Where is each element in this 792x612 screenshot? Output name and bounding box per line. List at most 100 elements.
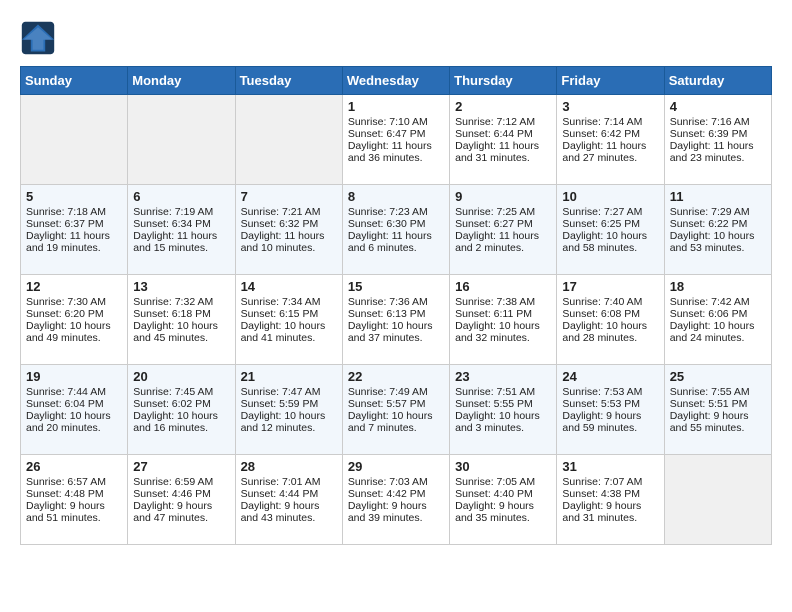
calendar-cell: 19Sunrise: 7:44 AMSunset: 6:04 PMDayligh… [21,365,128,455]
calendar-cell: 3Sunrise: 7:14 AMSunset: 6:42 PMDaylight… [557,95,664,185]
daylight-text: Daylight: 10 hours and 7 minutes. [348,410,444,434]
sunrise-text: Sunrise: 7:10 AM [348,116,444,128]
day-header-wednesday: Wednesday [342,67,449,95]
daylight-text: Daylight: 11 hours and 31 minutes. [455,140,551,164]
daylight-text: Daylight: 10 hours and 16 minutes. [133,410,229,434]
sunset-text: Sunset: 6:02 PM [133,398,229,410]
sunset-text: Sunset: 4:46 PM [133,488,229,500]
sunrise-text: Sunrise: 6:57 AM [26,476,122,488]
calendar-week-2: 5Sunrise: 7:18 AMSunset: 6:37 PMDaylight… [21,185,772,275]
calendar-cell [664,455,771,545]
daylight-text: Daylight: 10 hours and 12 minutes. [241,410,337,434]
daylight-text: Daylight: 10 hours and 45 minutes. [133,320,229,344]
sunset-text: Sunset: 4:48 PM [26,488,122,500]
daylight-text: Daylight: 9 hours and 39 minutes. [348,500,444,524]
sunrise-text: Sunrise: 7:36 AM [348,296,444,308]
sunrise-text: Sunrise: 7:05 AM [455,476,551,488]
sunrise-text: Sunrise: 7:25 AM [455,206,551,218]
sunrise-text: Sunrise: 6:59 AM [133,476,229,488]
sunrise-text: Sunrise: 7:27 AM [562,206,658,218]
day-number: 13 [133,279,229,294]
daylight-text: Daylight: 11 hours and 36 minutes. [348,140,444,164]
sunset-text: Sunset: 6:13 PM [348,308,444,320]
calendar-cell: 7Sunrise: 7:21 AMSunset: 6:32 PMDaylight… [235,185,342,275]
day-header-sunday: Sunday [21,67,128,95]
day-number: 7 [241,189,337,204]
page-header [20,20,772,56]
sunset-text: Sunset: 6:39 PM [670,128,766,140]
daylight-text: Daylight: 10 hours and 28 minutes. [562,320,658,344]
sunrise-text: Sunrise: 7:32 AM [133,296,229,308]
day-number: 23 [455,369,551,384]
sunrise-text: Sunrise: 7:44 AM [26,386,122,398]
day-header-row: SundayMondayTuesdayWednesdayThursdayFrid… [21,67,772,95]
calendar-week-4: 19Sunrise: 7:44 AMSunset: 6:04 PMDayligh… [21,365,772,455]
day-number: 1 [348,99,444,114]
daylight-text: Daylight: 9 hours and 55 minutes. [670,410,766,434]
calendar-cell: 18Sunrise: 7:42 AMSunset: 6:06 PMDayligh… [664,275,771,365]
calendar-cell: 30Sunrise: 7:05 AMSunset: 4:40 PMDayligh… [450,455,557,545]
sunset-text: Sunset: 4:44 PM [241,488,337,500]
sunset-text: Sunset: 6:15 PM [241,308,337,320]
sunset-text: Sunset: 6:25 PM [562,218,658,230]
day-number: 30 [455,459,551,474]
sunrise-text: Sunrise: 7:19 AM [133,206,229,218]
calendar-cell: 8 Sunrise: 7:23 AMSunset: 6:30 PMDaylight… [342,185,449,275]
calendar-cell: 16Sunrise: 7:38 AMSunset: 6:11 PMDayligh… [450,275,557,365]
sunrise-text: Sunrise: 7:42 AM [670,296,766,308]
calendar-cell: 25Sunrise: 7:55 AMSunset: 5:51 PMDayligh… [664,365,771,455]
daylight-text: Daylight: 11 hours and 27 minutes. [562,140,658,164]
sunrise-text: Sunrise: 7:49 AM [348,386,444,398]
sunrise-text: Sunrise: 7:34 AM [241,296,337,308]
sunrise-text: Sunrise: 7:29 AM [670,206,766,218]
calendar-week-1: 1Sunrise: 7:10 AMSunset: 6:47 PMDaylight… [21,95,772,185]
sunset-text: Sunset: 6:06 PM [670,308,766,320]
calendar-cell: 1Sunrise: 7:10 AMSunset: 6:47 PMDaylight… [342,95,449,185]
daylight-text: Daylight: 11 hours and 15 minutes. [133,230,229,254]
day-header-thursday: Thursday [450,67,557,95]
sunrise-text: Sunrise: 7:14 AM [562,116,658,128]
day-number: 25 [670,369,766,384]
calendar-cell: 4Sunrise: 7:16 AMSunset: 6:39 PMDaylight… [664,95,771,185]
daylight-text: Daylight: 10 hours and 24 minutes. [670,320,766,344]
calendar-cell: 6 Sunrise: 7:19 AMSunset: 6:34 PMDaylight… [128,185,235,275]
day-header-saturday: Saturday [664,67,771,95]
day-number: 14 [241,279,337,294]
day-number: 31 [562,459,658,474]
calendar-cell: 28Sunrise: 7:01 AMSunset: 4:44 PMDayligh… [235,455,342,545]
daylight-text: Daylight: 10 hours and 37 minutes. [348,320,444,344]
sunrise-text: Sunrise: 7:45 AM [133,386,229,398]
daylight-text: Daylight: 10 hours and 3 minutes. [455,410,551,434]
sunset-text: Sunset: 6:37 PM [26,218,122,230]
day-number: 22 [348,369,444,384]
sunrise-text: Sunrise: 7:21 AM [241,206,337,218]
day-number: 6 [133,189,229,204]
sunrise-text: Sunrise: 7:01 AM [241,476,337,488]
calendar-cell: 10Sunrise: 7:27 AMSunset: 6:25 PMDayligh… [557,185,664,275]
day-number: 2 [455,99,551,114]
calendar-week-3: 12Sunrise: 7:30 AMSunset: 6:20 PMDayligh… [21,275,772,365]
day-header-monday: Monday [128,67,235,95]
sunset-text: Sunset: 6:34 PM [133,218,229,230]
sunrise-text: Sunrise: 7:47 AM [241,386,337,398]
calendar-cell: 31Sunrise: 7:07 AMSunset: 4:38 PMDayligh… [557,455,664,545]
daylight-text: Daylight: 9 hours and 47 minutes. [133,500,229,524]
calendar-cell: 23Sunrise: 7:51 AMSunset: 5:55 PMDayligh… [450,365,557,455]
day-number: 20 [133,369,229,384]
daylight-text: Daylight: 11 hours and 6 minutes. [348,230,444,254]
day-number: 8 [348,189,444,204]
daylight-text: Daylight: 10 hours and 53 minutes. [670,230,766,254]
sunset-text: Sunset: 5:55 PM [455,398,551,410]
calendar-cell: 24Sunrise: 7:53 AMSunset: 5:53 PMDayligh… [557,365,664,455]
calendar-week-5: 26Sunrise: 6:57 AMSunset: 4:48 PMDayligh… [21,455,772,545]
day-number: 9 [455,189,551,204]
day-number: 28 [241,459,337,474]
logo [20,20,60,56]
day-number: 11 [670,189,766,204]
day-number: 3 [562,99,658,114]
sunrise-text: Sunrise: 7:16 AM [670,116,766,128]
sunrise-text: Sunrise: 7:40 AM [562,296,658,308]
sunset-text: Sunset: 6:30 PM [348,218,444,230]
sunrise-text: Sunrise: 7:23 AM [348,206,444,218]
day-number: 15 [348,279,444,294]
